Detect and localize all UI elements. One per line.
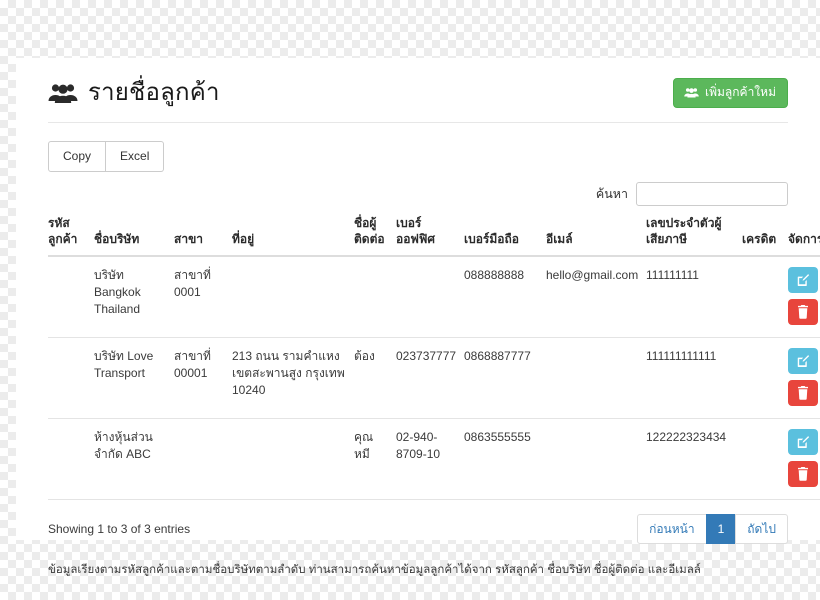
trash-icon[interactable] [788, 379, 818, 406]
column-header-email[interactable]: อีเมล์ [546, 215, 646, 257]
cell-code [48, 255, 94, 338]
cell-email [546, 337, 646, 419]
users-icon [48, 82, 78, 104]
edit-pencil-icon[interactable] [788, 266, 818, 293]
customer-table: รหัสลูกค้า ชื่อบริษัท สาขา ที่อยู่ ชื่อผ… [48, 215, 820, 500]
cell-company: บริษัท Bangkok Thailand [94, 255, 174, 338]
cell-credit [742, 418, 788, 500]
column-header-address[interactable]: ที่อยู่ [232, 215, 354, 257]
table-row: ห้างหุ้นส่วนจำกัด ABC คุณ หมี 02-940-870… [48, 418, 820, 500]
table-row: บริษัท Bangkok Thailand สาขาที่ 0001 088… [48, 255, 820, 338]
cell-code [48, 418, 94, 500]
column-header-contact[interactable]: ชื่อผู้ติดต่อ [354, 215, 396, 257]
column-header-branch[interactable]: สาขา [174, 215, 232, 257]
pagination-next[interactable]: ถัดไป [735, 513, 788, 545]
cell-contact: ต้อง [354, 337, 396, 419]
action-stack [788, 347, 820, 406]
cell-email: hello@gmail.com [546, 255, 646, 338]
cell-tax-id: 122222323434 [646, 418, 742, 500]
cell-branch: สาขาที่ 0001 [174, 255, 232, 338]
table-header-row: รหัสลูกค้า ชื่อบริษัท สาขา ที่อยู่ ชื่อผ… [48, 215, 820, 257]
edit-pencil-icon[interactable] [788, 428, 818, 455]
cell-address: 213 ถนน รามคำแหง เขตสะพานสูง กรุงเทพ 102… [232, 337, 354, 419]
search-label: ค้นหา [595, 186, 628, 201]
cell-code [48, 337, 94, 419]
cell-address [232, 255, 354, 338]
cell-actions [788, 337, 820, 419]
pagination-page-1[interactable]: 1 [705, 513, 737, 545]
cell-contact: คุณ หมี [354, 418, 396, 500]
cell-office [396, 255, 464, 338]
cell-office: 023737777 [396, 337, 464, 419]
cell-office: 02-940-8709-10 [396, 418, 464, 500]
cell-actions [788, 255, 820, 338]
table-footer: Showing 1 to 3 of 3 entries ก่อนหน้า 1 ถ… [48, 513, 788, 545]
cell-branch: สาขาที่ 00001 [174, 337, 232, 419]
cell-email [546, 418, 646, 500]
column-header-mobile[interactable]: เบอร์มือถือ [464, 215, 546, 257]
table-body: บริษัท Bangkok Thailand สาขาที่ 0001 088… [48, 255, 820, 500]
trash-icon[interactable] [788, 460, 818, 487]
cell-company: ห้างหุ้นส่วนจำกัด ABC [94, 418, 174, 500]
column-header-code[interactable]: รหัสลูกค้า [48, 215, 94, 257]
footer-note: ข้อมูลเรียงตามรหัสลูกค้าและตามชื่อบริษัท… [48, 564, 701, 577]
page-title: รายชื่อลูกค้า [88, 79, 220, 107]
copy-button[interactable]: Copy [48, 141, 107, 172]
cell-mobile: 088888888 [464, 255, 546, 338]
cell-tax-id: 111111111111 [646, 337, 742, 419]
cell-mobile: 0863555555 [464, 418, 546, 500]
action-stack [788, 266, 820, 325]
column-header-company[interactable]: ชื่อบริษัท [94, 215, 174, 257]
page-header: รายชื่อลูกค้า เพิ่มลูกค้าใหม่ [48, 78, 788, 124]
customer-table-wrapper: รหัสลูกค้า ชื่อบริษัท สาขา ที่อยู่ ชื่อผ… [48, 215, 820, 500]
add-customer-button[interactable]: เพิ่มลูกค้าใหม่ [673, 78, 788, 109]
cell-tax-id: 111111111 [646, 255, 742, 338]
column-header-tax-id[interactable]: เลขประจำตัวผู้เสียภาษี [646, 215, 742, 257]
pagination: ก่อนหน้า 1 ถัดไป [637, 513, 788, 545]
cell-company: บริษัท Love Transport [94, 337, 174, 419]
edit-pencil-icon[interactable] [788, 347, 818, 374]
cell-branch [174, 418, 232, 500]
column-header-office[interactable]: เบอร์ออฟฟิศ [396, 215, 464, 257]
trash-icon[interactable] [788, 298, 818, 325]
export-button-group: Copy Excel [48, 141, 165, 172]
cell-address [232, 418, 354, 500]
search-row: ค้นหา [48, 181, 788, 206]
customer-list-card: รายชื่อลูกค้า เพิ่มลูกค้าใหม่ Copy Excel… [16, 58, 820, 576]
search-input[interactable] [636, 181, 788, 206]
page-title-group: รายชื่อลูกค้า [48, 78, 220, 108]
table-head: รหัสลูกค้า ชื่อบริษัท สาขา ที่อยู่ ชื่อผ… [48, 215, 820, 257]
table-row: บริษัท Love Transport สาขาที่ 00001 213 … [48, 337, 820, 419]
column-header-manage[interactable]: จัดการ [788, 215, 820, 257]
column-header-credit[interactable]: เครดิต [742, 215, 788, 257]
cell-mobile: 0868887777 [464, 337, 546, 419]
cell-credit [742, 337, 788, 419]
excel-button[interactable]: Excel [106, 141, 165, 172]
users-icon [684, 87, 699, 98]
cell-actions [788, 418, 820, 500]
cell-credit [742, 255, 788, 338]
cell-contact [354, 255, 396, 338]
export-toolbar: Copy Excel [48, 141, 788, 172]
add-customer-label: เพิ่มลูกค้าใหม่ [705, 85, 776, 99]
entries-info: Showing 1 to 3 of 3 entries [48, 522, 191, 537]
action-stack [788, 428, 820, 487]
pagination-previous[interactable]: ก่อนหน้า [637, 513, 707, 545]
